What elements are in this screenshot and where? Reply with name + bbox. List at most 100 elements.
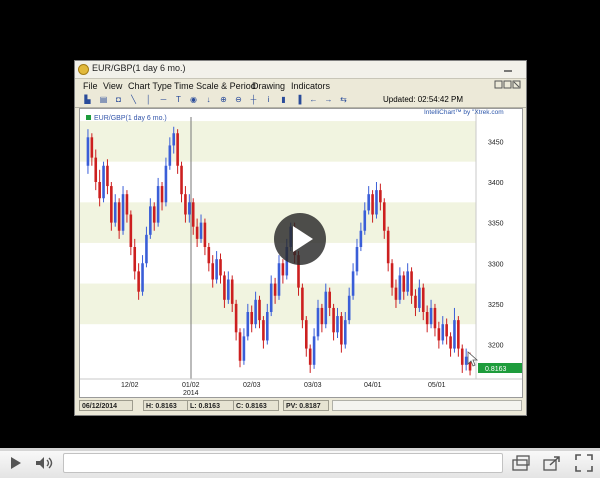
- info-icon[interactable]: i: [264, 95, 273, 104]
- candle: [460, 344, 464, 373]
- candle-body: [102, 165, 105, 199]
- play-overlay-button[interactable]: [274, 213, 326, 265]
- candle: [227, 271, 230, 304]
- candle: [269, 275, 273, 317]
- volume-icon[interactable]: [32, 452, 54, 474]
- share-icon[interactable]: [541, 452, 563, 474]
- candle-body: [375, 190, 378, 215]
- horizontal-scrollbar[interactable]: [332, 400, 522, 411]
- candle-body: [277, 263, 281, 296]
- menu-view[interactable]: View: [103, 81, 122, 91]
- candle: [141, 255, 144, 296]
- candle: [98, 169, 101, 207]
- minimize-icon[interactable]: [497, 63, 521, 73]
- candle-body: [386, 230, 390, 264]
- candle-body: [402, 275, 406, 292]
- zoom-in-icon[interactable]: ⊕: [219, 95, 228, 104]
- candle-body: [156, 186, 160, 223]
- popout-icon[interactable]: [510, 452, 532, 474]
- candle-body: [90, 137, 94, 158]
- menu-time-scale[interactable]: Time Scale & Period: [174, 81, 256, 91]
- candle-body: [336, 316, 339, 333]
- vertical-line-icon[interactable]: │: [144, 95, 153, 104]
- pan-icon[interactable]: ⇆: [339, 95, 348, 104]
- candle: [351, 263, 355, 300]
- candle-body: [425, 312, 429, 325]
- chart-legend: EUR/GBP(1 day 6 mo.): [94, 115, 167, 122]
- candle: [375, 182, 378, 219]
- status-high: H: 0.8163: [143, 400, 191, 411]
- candle: [156, 177, 160, 227]
- candle-body: [246, 312, 250, 337]
- arrow-left-icon[interactable]: ←: [309, 95, 318, 104]
- candle-body: [355, 247, 359, 272]
- x-tick-label: 12/02: [121, 382, 139, 389]
- candle: [133, 238, 137, 280]
- candle-body: [98, 182, 101, 199]
- circle-tool-icon[interactable]: ◉: [189, 95, 198, 104]
- arrow-right-icon[interactable]: →: [324, 95, 333, 104]
- candle: [312, 328, 316, 369]
- save-icon[interactable]: ◘: [114, 95, 123, 104]
- candle: [464, 348, 468, 371]
- candle: [308, 344, 312, 373]
- candle-body: [141, 263, 144, 292]
- candle-body: [176, 133, 179, 166]
- arrow-down-icon[interactable]: ↓: [204, 95, 213, 104]
- toolbar: ▙ ▤ ◘ ╲ │ ─ T ◉ ↓ ⊕ ⊖ ┼ i ▮ ▐ ← → ⇆ Upda…: [75, 93, 526, 108]
- status-low: L: 0.8163: [187, 400, 235, 411]
- status-close: C: 0.8163: [233, 400, 279, 411]
- grid-band: [80, 121, 476, 162]
- mdi-controls[interactable]: [494, 80, 522, 92]
- candle-body: [121, 194, 125, 231]
- candle-body: [273, 283, 277, 296]
- candle-body: [308, 348, 312, 365]
- candle-body: [152, 206, 156, 223]
- candle: [106, 159, 109, 195]
- candle-body: [328, 291, 331, 308]
- candle: [340, 312, 343, 353]
- window-controls[interactable]: [497, 63, 521, 73]
- candle-body: [316, 307, 320, 337]
- candle: [102, 161, 105, 203]
- play-icon[interactable]: [5, 452, 27, 474]
- horizontal-line-icon[interactable]: ─: [159, 95, 168, 104]
- menu-drawing[interactable]: Drawing: [252, 81, 285, 91]
- candle-body: [219, 259, 222, 276]
- candle-body: [188, 202, 191, 215]
- bar-chart-icon[interactable]: ▙: [83, 95, 92, 104]
- print-icon[interactable]: ▤: [99, 95, 108, 104]
- candle: [113, 194, 117, 227]
- candle: [367, 186, 370, 215]
- candle-body: [281, 263, 285, 276]
- candle-body: [410, 271, 413, 296]
- line-tool-icon[interactable]: ╲: [129, 95, 138, 104]
- candle: [281, 259, 285, 284]
- crosshair-icon[interactable]: ┼: [249, 95, 258, 104]
- candle-body: [433, 307, 437, 329]
- candle: [332, 303, 335, 341]
- x-year-label: 2014: [183, 390, 199, 397]
- candle-body: [164, 165, 168, 203]
- candle-body: [211, 263, 215, 280]
- candle: [320, 303, 324, 333]
- fullscreen-icon[interactable]: [573, 452, 595, 474]
- zoom-out-icon[interactable]: ⊖: [234, 95, 243, 104]
- menu-chart-type[interactable]: Chart Type: [128, 81, 172, 91]
- candle: [207, 242, 211, 272]
- menu-indicators[interactable]: Indicators: [291, 81, 330, 91]
- candle-body: [160, 186, 164, 203]
- candle: [219, 253, 222, 284]
- candle-body: [199, 222, 203, 239]
- candles-icon[interactable]: ▮: [279, 95, 288, 104]
- candle-body: [180, 165, 183, 195]
- text-tool-icon[interactable]: T: [174, 95, 183, 104]
- candle-body: [390, 263, 394, 288]
- menu-file[interactable]: File: [83, 81, 98, 91]
- brand-label: IntelliChart™ by "Xtrek.com: [424, 109, 504, 116]
- status-pv: PV: 0.8187: [283, 400, 329, 411]
- candle-body: [184, 194, 187, 215]
- bar-icon[interactable]: ▐: [294, 95, 303, 104]
- seek-track[interactable]: [63, 453, 503, 473]
- video-progress-bar[interactable]: [0, 448, 600, 451]
